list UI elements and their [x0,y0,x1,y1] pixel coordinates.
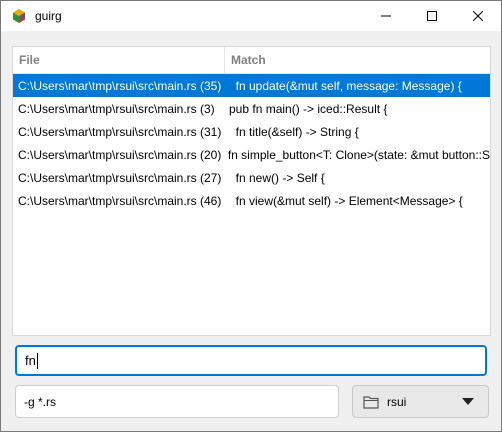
file-cell: C:\Users\mar\tmp\rsui\src\main.rs (27) [18,170,222,185]
table-row[interactable]: C:\Users\mar\tmp\rsui\src\main.rs (35) f… [13,74,490,97]
results-table: File Match C:\Users\mar\tmp\rsui\src\mai… [12,46,491,336]
text-caret [36,352,38,369]
file-cell: C:\Users\mar\tmp\rsui\src\main.rs (35) [18,78,222,93]
match-cell: fn update(&mut self, message: Message) { [229,78,462,93]
table-row[interactable]: C:\Users\mar\tmp\rsui\src\main.rs (27) f… [13,166,490,189]
maximize-button[interactable] [409,1,455,31]
close-button[interactable] [455,1,501,31]
match-cell: fn simple_button<T: Clone>(state: &mut b… [227,147,490,162]
minimize-icon [381,15,391,17]
search-value: fn [25,353,36,368]
file-cell: C:\Users\mar\tmp\rsui\src\main.rs (3) [18,101,215,116]
glob-input[interactable]: -g *.rs [15,385,339,418]
folder-icon [363,395,379,409]
table-row[interactable]: C:\Users\mar\tmp\rsui\src\main.rs (31) f… [13,120,490,143]
title-bar[interactable]: guirg [1,1,501,31]
file-cell: C:\Users\mar\tmp\rsui\src\main.rs (20) [18,147,222,162]
column-header-match[interactable]: Match [225,47,266,73]
search-input[interactable]: fn [15,345,487,376]
table-header: File Match [13,47,490,74]
directory-label: rsui [387,394,407,409]
maximize-icon [427,11,437,21]
chevron-down-icon [462,398,474,405]
window-controls [363,1,501,31]
file-cell: C:\Users\mar\tmp\rsui\src\main.rs (46) [18,193,222,208]
file-cell: C:\Users\mar\tmp\rsui\src\main.rs (31) [18,124,222,139]
close-icon [473,11,483,21]
app-icon [13,9,25,23]
match-cell: pub fn main() -> iced::Result { [229,101,388,116]
match-cell: fn view(&mut self) -> Element<Message> { [229,193,463,208]
match-cell: fn new() -> Self { [229,170,325,185]
window-title: guirg [35,9,62,23]
column-header-file[interactable]: File [13,47,225,73]
table-row[interactable]: C:\Users\mar\tmp\rsui\src\main.rs (46) f… [13,189,490,212]
table-row[interactable]: C:\Users\mar\tmp\rsui\src\main.rs (20) f… [13,143,490,166]
glob-value: -g *.rs [24,394,57,409]
table-row[interactable]: C:\Users\mar\tmp\rsui\src\main.rs (3) pu… [13,97,490,120]
directory-dropdown[interactable]: rsui [352,385,489,418]
minimize-button[interactable] [363,1,409,31]
app-window: guirg File Match C:\Users\mar\tmp\rsui\s… [0,0,502,432]
match-cell: fn title(&self) -> String { [229,124,359,139]
